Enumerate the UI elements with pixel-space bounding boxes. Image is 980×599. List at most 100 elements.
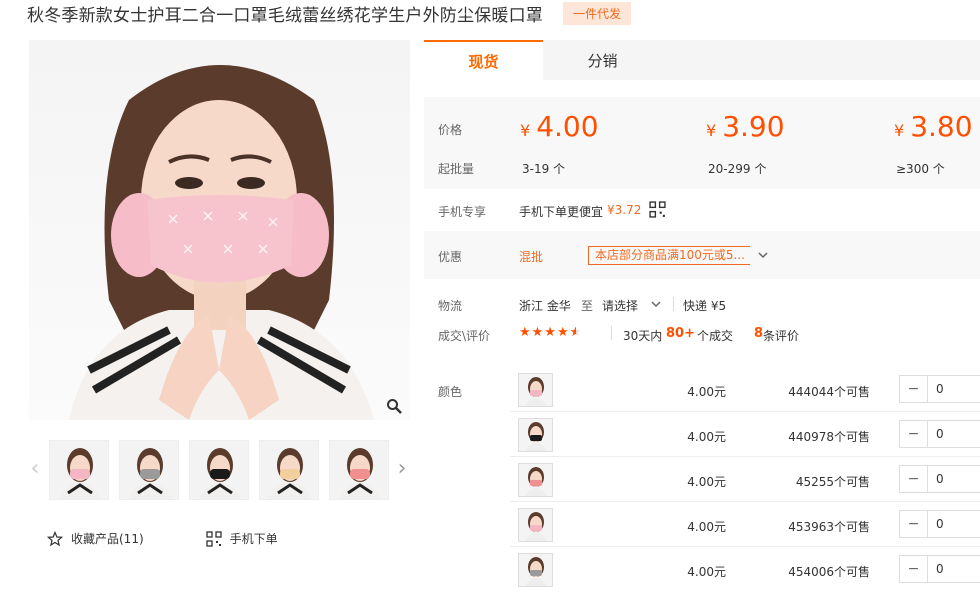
star-outline-icon: [47, 530, 63, 546]
promo-offer-tag[interactable]: 本店部分商品满100元或5...: [588, 246, 750, 265]
shipping-fee: 快递 ¥5: [683, 299, 727, 313]
sku-thumbnail[interactable]: [518, 418, 553, 452]
promotion-row: 优惠 混批 本店部分商品满100元或5...: [424, 231, 980, 279]
thumbnail-strip: [49, 440, 389, 500]
sku-price: 4.00元: [687, 385, 726, 399]
thumbnail-pink[interactable]: [49, 440, 109, 500]
pink-mask-thumb-icon: [525, 512, 547, 541]
quantity-stepper: − 0: [899, 465, 980, 493]
moq-label: 起批量: [438, 162, 475, 176]
reviews-label: 成交\评价: [438, 329, 491, 343]
sku-stock: 453963个可售: [788, 520, 870, 534]
mobile-exclusive-row: 手机专享 手机下单更便宜 ¥3.72: [424, 194, 980, 226]
sku-price: 4.00元: [687, 565, 726, 579]
title-row: 秋冬季新款女士护耳二合一口罩毛绒蕾丝绣花学生户外防尘保暖口罩 一件代发: [27, 0, 632, 26]
thumb-next-arrow-icon[interactable]: ›: [394, 456, 410, 482]
quantity-input[interactable]: 0: [928, 421, 944, 447]
coral-mask-thumb-icon: [330, 441, 388, 499]
tab-in-stock[interactable]: 现货: [424, 40, 543, 80]
tier-2-price: ¥3.90: [706, 110, 785, 143]
logistics-and-reviews: 物流 浙江 金华 至 请选择 快递 ¥5 成交\评价 ★★★★★★ 30天内 8…: [424, 290, 980, 348]
tier-3-range: ≥300 个: [896, 162, 945, 176]
thumbnail-beige[interactable]: [259, 440, 319, 500]
review-count[interactable]: 8: [754, 326, 763, 341]
minus-button[interactable]: −: [900, 376, 928, 402]
minus-button[interactable]: −: [900, 511, 928, 537]
main-product-image[interactable]: [29, 40, 410, 420]
chevron-down-icon[interactable]: [650, 299, 662, 309]
thumbnail-gray[interactable]: [119, 440, 179, 500]
tab-distribution[interactable]: 分销: [543, 40, 662, 80]
black-mask-thumb-icon: [190, 441, 248, 499]
sku-list: 4.00元 444044个可售 − 0 4.00元 440978个可售 − 0 …: [510, 367, 980, 592]
tier-3-price: ¥3.80: [894, 110, 973, 143]
quantity-input[interactable]: 0: [928, 376, 944, 402]
sku-price: 4.00元: [687, 430, 726, 444]
destination-select[interactable]: 请选择: [602, 297, 638, 314]
logistics-label: 物流: [438, 299, 463, 313]
sku-price: 4.00元: [687, 475, 726, 489]
product-title: 秋冬季新款女士护耳二合一口罩毛绒蕾丝绣花学生户外防尘保暖口罩: [27, 5, 543, 26]
sku-stock: 45255个可售: [795, 475, 870, 489]
pink-mask-thumb-icon: [525, 377, 547, 406]
minus-button[interactable]: −: [900, 421, 928, 447]
quantity-stepper: − 0: [899, 420, 980, 448]
black-mask-thumb-icon: [525, 422, 547, 451]
quantity-stepper: − 0: [899, 555, 980, 583]
price-label: 价格: [438, 123, 463, 137]
quantity-stepper: − 0: [899, 375, 980, 403]
divider: [673, 297, 674, 311]
quantity-input[interactable]: 0: [928, 556, 944, 582]
sku-row: 4.00元 454006个可售 − 0: [510, 547, 980, 592]
mobile-text: 手机下单更便宜: [519, 205, 604, 219]
sku-row: 4.00元 444044个可售 − 0: [510, 367, 980, 412]
sku-thumbnail[interactable]: [518, 553, 553, 587]
mobile-price: ¥3.72: [607, 203, 642, 217]
tier-2-range: 20-299 个: [708, 162, 767, 176]
tier-1-price: ¥4.00: [520, 110, 599, 143]
period: 30天内: [623, 329, 663, 343]
sku-row: 4.00元 453963个可售 − 0: [510, 502, 980, 547]
mobile-label: 手机专享: [438, 205, 487, 219]
mobile-order-button[interactable]: 手机下单: [205, 530, 278, 547]
chevron-down-icon[interactable]: [757, 250, 769, 260]
thumb-prev-arrow-icon[interactable]: ‹: [27, 456, 43, 482]
zoom-icon[interactable]: [386, 398, 402, 414]
pink-mask-thumb-icon: [50, 441, 108, 499]
divider: [611, 326, 612, 340]
minus-button[interactable]: −: [900, 556, 928, 582]
gray-mask-thumb-icon: [525, 557, 547, 586]
origin: 浙江 金华: [519, 299, 571, 313]
favorite-label: 收藏产品(11): [71, 532, 144, 546]
price-tiers: 价格 起批量 ¥4.00 3-19 个 ¥3.90 20-299 个 ¥3.80…: [424, 97, 980, 189]
color-label: 颜色: [438, 385, 463, 399]
promo-label: 优惠: [438, 250, 463, 264]
purchase-tabs: 现货 分销: [424, 40, 980, 80]
sku-row: 4.00元 440978个可售 − 0: [510, 412, 980, 457]
sku-thumbnail[interactable]: [518, 373, 553, 407]
quantity-input[interactable]: 0: [928, 466, 944, 492]
beige-mask-thumb-icon: [260, 441, 318, 499]
deal-suffix: 个成交: [697, 329, 734, 343]
quantity-input[interactable]: 0: [928, 511, 944, 537]
quantity-stepper: − 0: [899, 510, 980, 538]
rating-stars-icon: ★★★★★★: [519, 325, 583, 340]
gray-mask-thumb-icon: [120, 441, 178, 499]
favorite-button[interactable]: 收藏产品(11): [47, 530, 144, 547]
mix-batch-label: 混批: [519, 250, 544, 264]
sku-stock: 444044个可售: [788, 385, 870, 399]
qr-code-icon[interactable]: [649, 201, 666, 218]
sku-thumbnail[interactable]: [518, 508, 553, 542]
deal-count[interactable]: 80+: [666, 326, 695, 341]
minus-button[interactable]: −: [900, 466, 928, 492]
thumbnail-coral[interactable]: [329, 440, 389, 500]
thumbnail-black[interactable]: [189, 440, 249, 500]
qr-code-icon: [205, 530, 222, 547]
sku-stock: 440978个可售: [788, 430, 870, 444]
sku-price: 4.00元: [687, 520, 726, 534]
dropship-tag: 一件代发: [563, 1, 632, 25]
sku-stock: 454006个可售: [788, 565, 870, 579]
model-illustration: [69, 65, 374, 420]
review-suffix: 条评价: [763, 329, 800, 343]
sku-thumbnail[interactable]: [518, 463, 553, 497]
